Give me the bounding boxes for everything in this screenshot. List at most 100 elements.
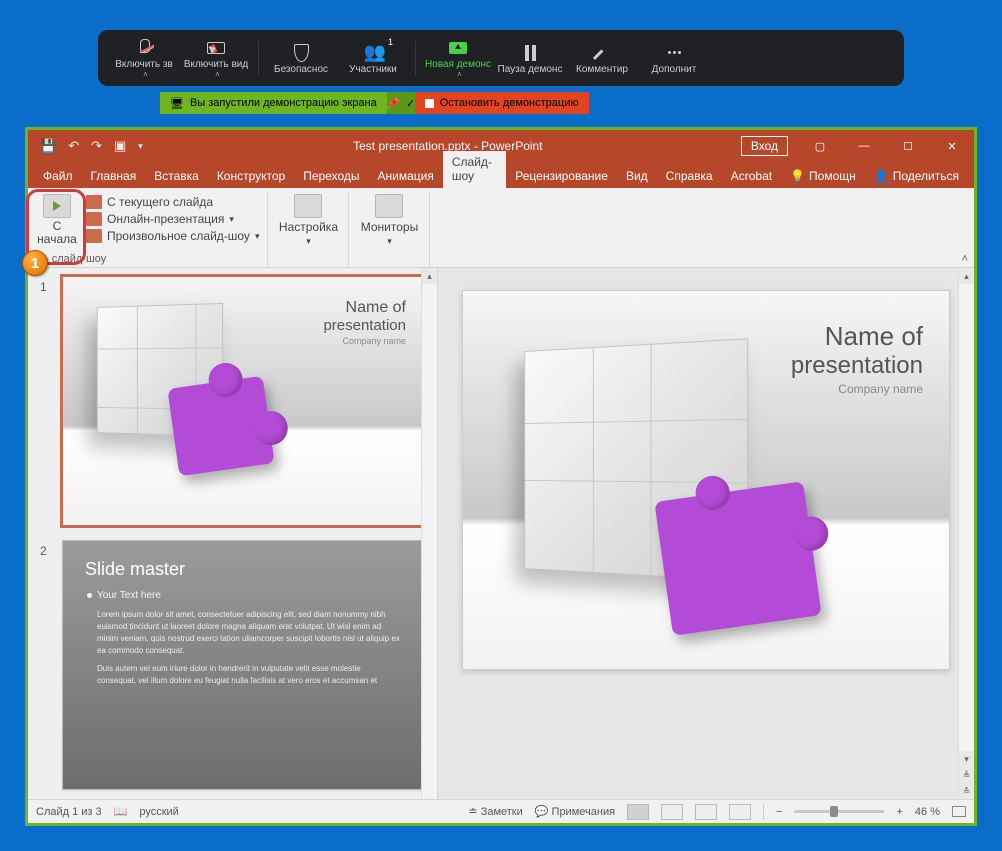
scroll-up-icon[interactable]: ▴ xyxy=(959,268,974,284)
tab-design[interactable]: Конструктор xyxy=(208,165,294,188)
sharing-indicator: 🖥Вы запустили демонстрацию экрана xyxy=(160,92,387,114)
slide-thumbnail-2[interactable]: Slide master Your Text here Lorem ipsum … xyxy=(62,540,425,790)
slideshow-view-icon[interactable] xyxy=(729,804,751,820)
slide2-title: Slide master xyxy=(85,559,402,580)
tab-insert[interactable]: Вставка xyxy=(145,165,208,188)
start-from-beginning-icon[interactable]: ▣ xyxy=(114,138,126,154)
ribbon: 1 С начала С текущего слайда Онлайн-през… xyxy=(28,188,974,268)
zoom-slider[interactable] xyxy=(794,810,884,813)
tab-home[interactable]: Главная xyxy=(82,165,146,188)
slide-icon xyxy=(86,195,102,209)
participants-count: 1 xyxy=(388,37,393,47)
tab-help[interactable]: Справка xyxy=(657,165,722,188)
preview-scrollbar[interactable]: ▴ ▾ ≜ ≛ xyxy=(958,268,974,799)
quick-access-toolbar: 💾 ↶ ↷ ▣ ▾ xyxy=(28,138,155,154)
custom-show-icon xyxy=(86,229,102,243)
notes-button[interactable]: ≐ Заметки xyxy=(468,805,522,818)
zoom-pause-label: Пауза демонс xyxy=(498,64,563,75)
zoom-annotate-button[interactable]: Комментир xyxy=(566,33,638,83)
collapse-ribbon-icon[interactable]: ˄ xyxy=(962,253,968,265)
thumbnails-scrollbar[interactable]: ▴ xyxy=(421,268,437,799)
tab-acrobat[interactable]: Acrobat xyxy=(722,165,781,188)
from-current-slide-button[interactable]: С текущего слайда xyxy=(86,195,259,209)
pause-icon xyxy=(525,42,536,64)
zoom-pause-share-button[interactable]: Пауза демонс xyxy=(494,33,566,83)
normal-view-icon[interactable] xyxy=(627,804,649,820)
tab-animations[interactable]: Анимация xyxy=(369,165,443,188)
lightbulb-icon: 💡 xyxy=(790,169,805,183)
reading-view-icon[interactable] xyxy=(695,804,717,820)
chevron-down-icon: ▾ xyxy=(255,231,260,242)
powerpoint-window: 💾 ↶ ↷ ▣ ▾ Test presentation.pptx - Power… xyxy=(25,127,977,826)
chevron-up-icon: ˄ xyxy=(143,70,148,79)
slide-sorter-view-icon[interactable] xyxy=(661,804,683,820)
zoom-security-button[interactable]: Безопаснос xyxy=(265,33,337,83)
zoom-audio-label: Включить зв xyxy=(115,59,173,70)
custom-slideshow-button[interactable]: Произвольное слайд-шоу ▾ xyxy=(86,229,259,243)
play-from-start-icon xyxy=(43,194,71,218)
document-title: Test presentation.pptx - PowerPoint xyxy=(155,139,741,153)
present-online-button[interactable]: Онлайн-презентация ▾ xyxy=(86,212,259,226)
chevron-up-icon: ˄ xyxy=(215,70,220,79)
slide-preview-area: Name of presentation Company name ▴ ▾ ≜ … xyxy=(438,268,974,799)
comments-button[interactable]: 💬 Примечания xyxy=(535,805,615,818)
maximize-button[interactable]: ☐ xyxy=(886,130,930,162)
camera-icon xyxy=(207,37,225,59)
sharing-options[interactable]: 📌 ✓ xyxy=(387,92,415,114)
redo-icon[interactable]: ↷ xyxy=(91,138,102,154)
share-button[interactable]: 👤 Поделиться xyxy=(865,165,968,188)
zoom-participants-label: Участники xyxy=(349,64,397,75)
tab-review[interactable]: Рецензирование xyxy=(506,165,617,188)
zoom-share-label: Новая демонс xyxy=(425,59,491,70)
zoom-out-button[interactable]: − xyxy=(776,806,782,818)
zoom-percent[interactable]: 46 % xyxy=(915,806,940,818)
slide-counter[interactable]: Слайд 1 из 3 xyxy=(36,806,102,818)
scroll-up-icon[interactable]: ▴ xyxy=(422,268,437,284)
slide-thumbnail-1[interactable]: Name of presentation Company name xyxy=(62,276,425,526)
thumbnail-number: 1 xyxy=(40,276,54,294)
tab-file[interactable]: Файл xyxy=(34,165,82,188)
slide-canvas[interactable]: Name of presentation Company name xyxy=(462,290,950,670)
language-indicator[interactable]: русский xyxy=(139,806,178,818)
monitors-button[interactable]: Мониторы ▾ xyxy=(357,194,421,247)
zoom-audio-button[interactable]: Включить зв ˄ xyxy=(108,33,180,83)
tab-view[interactable]: Вид xyxy=(617,165,657,188)
next-slide-icon[interactable]: ≛ xyxy=(959,783,974,799)
save-icon[interactable]: 💾 xyxy=(40,138,56,154)
shield-icon xyxy=(294,42,309,64)
zoom-toolbar: Включить зв ˄ Включить вид ˄ Безопаснос … xyxy=(98,30,904,86)
tab-transitions[interactable]: Переходы xyxy=(294,165,368,188)
thumbnail-row: 1 Name of presentation Company name xyxy=(40,276,425,526)
fit-to-window-icon[interactable] xyxy=(952,806,966,817)
zoom-new-share-button[interactable]: Новая демонс ˄ xyxy=(422,33,494,83)
microphone-icon xyxy=(137,37,151,59)
spellcheck-icon[interactable]: 📖 xyxy=(114,805,128,818)
puzzle-piece-graphic xyxy=(167,376,274,477)
customize-qat-icon[interactable]: ▾ xyxy=(138,141,143,152)
zoom-video-button[interactable]: Включить вид ˄ xyxy=(180,33,252,83)
puzzle-piece-graphic xyxy=(654,481,821,636)
statusbar: Слайд 1 из 3 📖 русский ≐ Заметки 💬 Приме… xyxy=(28,799,974,823)
zoom-participants-button[interactable]: 👥 1 Участники xyxy=(337,33,409,83)
sign-in-button[interactable]: Вход xyxy=(741,136,788,156)
setup-slideshow-button[interactable]: Настройка ▾ xyxy=(276,194,340,247)
chevron-up-icon: ˄ xyxy=(457,70,462,79)
zoom-more-label: Дополнит xyxy=(652,64,697,75)
tab-slideshow[interactable]: Слайд-шоу xyxy=(443,151,506,188)
tell-me-search[interactable]: 💡 Помощн xyxy=(781,165,865,188)
minimize-button[interactable]: — xyxy=(842,130,886,162)
pin-icon: 📌 xyxy=(386,97,400,110)
zoom-in-button[interactable]: + xyxy=(896,806,902,818)
scroll-down-icon[interactable]: ▾ xyxy=(959,751,974,767)
from-beginning-button[interactable]: С начала xyxy=(32,194,82,246)
ribbon-display-options-icon[interactable]: ▢ xyxy=(798,130,842,162)
monitor-icon xyxy=(375,194,403,218)
stop-share-button[interactable]: Остановить демонстрацию xyxy=(415,92,589,114)
zoom-more-button[interactable]: Дополнит xyxy=(638,33,710,83)
zoom-video-label: Включить вид xyxy=(184,59,248,70)
undo-icon[interactable]: ↶ xyxy=(68,138,79,154)
close-button[interactable]: ✕ xyxy=(930,130,974,162)
zoom-security-label: Безопаснос xyxy=(274,64,328,75)
prev-slide-icon[interactable]: ≜ xyxy=(959,767,974,783)
zoom-share-status-bar: 🖥Вы запустили демонстрацию экрана 📌 ✓ Ос… xyxy=(160,92,589,114)
